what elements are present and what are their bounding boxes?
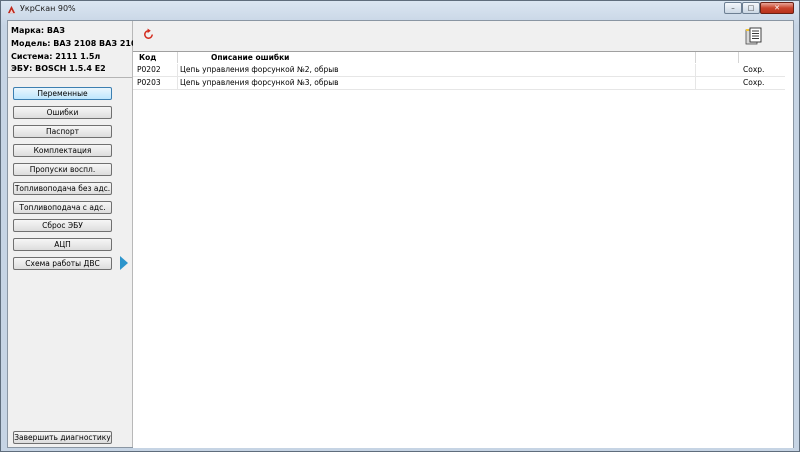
errors-table: Код Описание ошибки P0202 Цепь управлени… bbox=[133, 51, 793, 448]
nav-passport-button[interactable]: Паспорт bbox=[13, 125, 112, 138]
row-save-action[interactable]: Сохр. bbox=[743, 65, 764, 74]
table-row[interactable]: P0202 Цепь управления форсункой №2, обры… bbox=[133, 64, 785, 77]
vehicle-ecu: ЭБУ: BOSCH 1.5.4 E2 bbox=[11, 64, 106, 73]
header-code[interactable]: Код bbox=[139, 52, 156, 63]
table-row[interactable]: P0203 Цепь управления форсункой №3, обры… bbox=[133, 77, 785, 90]
nav-fuel-ads-button[interactable]: Топливоподача с адс. bbox=[13, 201, 112, 214]
row-separator bbox=[177, 77, 178, 89]
nav-adc-button[interactable]: АЦП bbox=[13, 238, 112, 251]
nav-misfire-button[interactable]: Пропуски воспл. bbox=[13, 163, 112, 176]
nav-variables-button[interactable]: Переменные bbox=[13, 87, 112, 100]
nav-errors-button[interactable]: Ошибки bbox=[13, 106, 112, 119]
expand-arrow-icon[interactable] bbox=[120, 256, 128, 270]
title-bar[interactable]: УкрСкан 90% – □ ✕ bbox=[1, 1, 799, 19]
left-panel: Марка: ВАЗ Модель: ВАЗ 2108 ВАЗ 210 Сист… bbox=[8, 21, 137, 447]
window-controls: – □ ✕ bbox=[724, 2, 794, 16]
row-separator bbox=[177, 64, 178, 76]
row-save-action[interactable]: Сохр. bbox=[743, 78, 764, 87]
vehicle-brand: Марка: ВАЗ bbox=[11, 26, 65, 35]
refresh-icon[interactable] bbox=[142, 28, 155, 41]
close-button[interactable]: ✕ bbox=[760, 2, 794, 14]
header-separator bbox=[738, 52, 739, 63]
app-window: УкрСкан 90% – □ ✕ Марка: ВАЗ Модель: ВАЗ… bbox=[0, 0, 800, 452]
info-divider bbox=[8, 77, 132, 78]
vehicle-system: Система: 2111 1.5л bbox=[11, 52, 101, 61]
client-area: Марка: ВАЗ Модель: ВАЗ 2108 ВАЗ 210 Сист… bbox=[7, 20, 794, 448]
maximize-button[interactable]: □ bbox=[742, 2, 760, 14]
row-separator bbox=[695, 77, 696, 89]
window-title: УкрСкан 90% bbox=[20, 4, 76, 13]
row-description: Цепь управления форсункой №3, обрыв bbox=[180, 78, 339, 87]
nav-engine-scheme-button[interactable]: Схема работы ДВС bbox=[13, 257, 112, 270]
row-description: Цепь управления форсункой №2, обрыв bbox=[180, 65, 339, 74]
finish-diagnostics-button[interactable]: Завершить диагностику bbox=[13, 431, 112, 444]
nav-configuration-button[interactable]: Комплектация bbox=[13, 144, 112, 157]
right-panel: Код Описание ошибки P0202 Цепь управлени… bbox=[133, 21, 793, 448]
minimize-button[interactable]: – bbox=[724, 2, 742, 14]
nav-ecu-reset-button[interactable]: Сброс ЭБУ bbox=[13, 219, 112, 232]
header-description[interactable]: Описание ошибки bbox=[211, 52, 289, 63]
app-logo-icon bbox=[7, 5, 16, 14]
header-separator bbox=[177, 52, 178, 63]
row-code: P0203 bbox=[137, 78, 161, 87]
report-icon[interactable] bbox=[745, 27, 763, 45]
row-code: P0202 bbox=[137, 65, 161, 74]
vehicle-model: Модель: ВАЗ 2108 ВАЗ 210 bbox=[11, 39, 137, 48]
row-separator bbox=[695, 64, 696, 76]
header-separator bbox=[695, 52, 696, 63]
nav-fuel-no-ads-button[interactable]: Топливоподача без адс. bbox=[13, 182, 112, 195]
